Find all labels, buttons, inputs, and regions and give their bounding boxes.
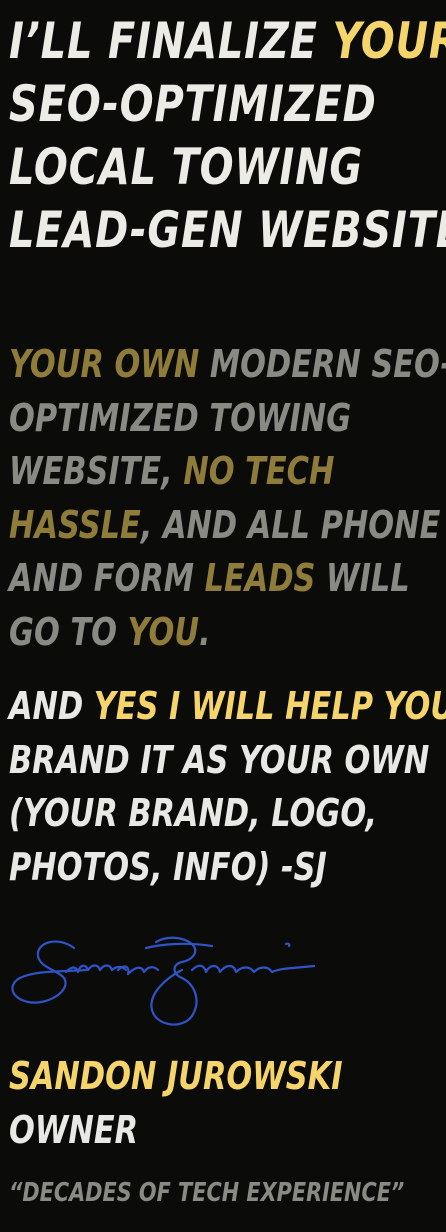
offer-text: WEBSITE,	[9, 449, 184, 493]
owner-name: SANDON JUROWSKI	[9, 1054, 343, 1098]
offer-highlight: YOUR OWN	[9, 342, 200, 386]
offer-text: WILL	[315, 556, 410, 600]
offer-line-1: YOUR OWN MODERN SEO-	[9, 338, 446, 392]
headline-line-4: LEAD-GEN WEBSITE	[9, 201, 446, 259]
promise-highlight: YES I WILL HELP YOU	[93, 684, 446, 728]
promise-text: AND	[9, 684, 94, 728]
offer-text: .	[199, 609, 211, 654]
offer-line-2: OPTIMIZED TOWING	[9, 395, 352, 440]
promise-line-3: (YOUR BRAND, LOGO,	[9, 791, 378, 835]
signature-image	[11, 936, 316, 1026]
headline: I’LL FINALIZE YOUR SEO-OPTIMIZED LOCAL T…	[9, 10, 446, 262]
offer-highlight: YOU	[127, 609, 200, 654]
owner-quote: “DECADES OF TECH EXPERIENCE”	[9, 1178, 405, 1208]
offer-text: GO TO	[9, 609, 128, 654]
offer-text: , AND ALL PHONE	[140, 502, 441, 547]
offer-text: MODERN SEO-	[199, 342, 446, 386]
headline-highlight: YOUR	[332, 12, 446, 70]
owner-role: OWNER	[9, 1108, 138, 1152]
offer-line-4: HASSLE, AND ALL PHONE	[9, 499, 440, 553]
offer-line-6: GO TO YOU.	[9, 606, 353, 660]
offer-line-3: WEBSITE, NO TECH	[9, 445, 353, 499]
offer-line-5: AND FORM LEADS WILL	[9, 552, 410, 606]
promise-line-4: PHOTOS, INFO) -SJ	[9, 844, 327, 889]
headline-line-2: SEO-OPTIMIZED	[9, 75, 377, 133]
page: I’LL FINALIZE YOUR SEO-OPTIMIZED LOCAL T…	[0, 0, 446, 1232]
offer-highlight: HASSLE	[9, 502, 141, 547]
offer-text: AND FORM	[9, 556, 205, 600]
promise-line-1: AND YES I WILL HELP YOU	[9, 680, 446, 734]
headline-text: I’LL FINALIZE	[9, 12, 333, 70]
branding-promise: AND YES I WILL HELP YOU BRAND IT AS YOUR…	[9, 680, 446, 894]
offer-paragraph: YOUR OWN MODERN SEO- OPTIMIZED TOWING WE…	[9, 338, 446, 660]
headline-line-1: I’LL FINALIZE YOUR	[9, 10, 446, 73]
headline-line-3: LOCAL TOWING	[9, 138, 363, 196]
offer-highlight: LEADS	[204, 556, 316, 600]
offer-highlight: NO TECH	[183, 449, 335, 493]
promise-line-2: BRAND IT AS YOUR OWN	[9, 737, 430, 782]
